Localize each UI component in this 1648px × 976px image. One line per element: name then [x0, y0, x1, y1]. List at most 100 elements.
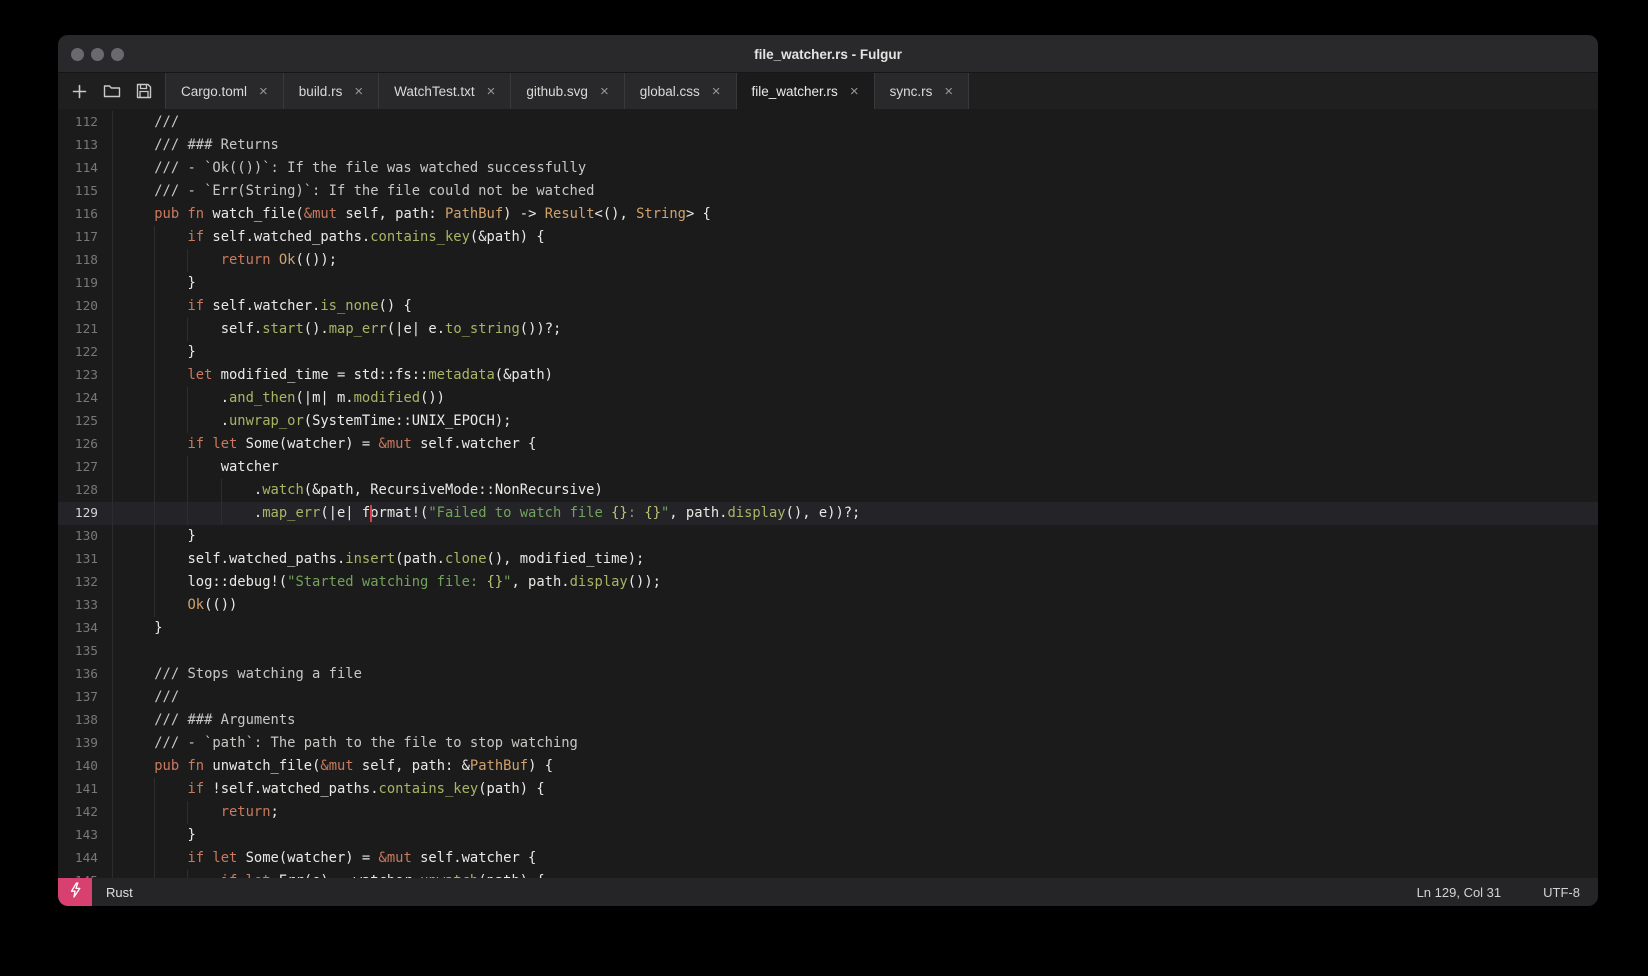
indent-guide — [187, 318, 188, 341]
encoding-label[interactable]: UTF-8 — [1543, 885, 1580, 900]
code-editor[interactable]: 112 ///113 /// ### Returns114 /// - `Ok(… — [58, 109, 1598, 878]
save-file-button[interactable] — [136, 83, 152, 99]
line-content: } — [113, 272, 1598, 295]
code-line-134[interactable]: 134 } — [58, 617, 1598, 640]
code-line-122[interactable]: 122 } — [58, 341, 1598, 364]
code-line-142[interactable]: 142 return; — [58, 801, 1598, 824]
line-number: 130 — [58, 525, 113, 548]
tab-close-icon[interactable]: × — [600, 83, 609, 99]
save-floppy-icon — [136, 83, 152, 99]
cursor-position-label[interactable]: Ln 129, Col 31 — [1417, 885, 1502, 900]
tab-close-icon[interactable]: × — [259, 83, 268, 99]
code-line-120[interactable]: 120 if self.watcher.is_none() { — [58, 295, 1598, 318]
tab-sync-rs[interactable]: sync.rs × — [875, 73, 970, 109]
tab-build-rs[interactable]: build.rs× — [284, 73, 379, 109]
code-line-136[interactable]: 136 /// Stops watching a file — [58, 663, 1598, 686]
line-number: 135 — [58, 640, 113, 663]
tab-label: sync.rs — [890, 84, 933, 99]
line-number: 119 — [58, 272, 113, 295]
line-number: 144 — [58, 847, 113, 870]
line-content: /// — [113, 111, 1598, 134]
code-line-129[interactable]: 129 .map_err(|e| format!("Failed to watc… — [58, 502, 1598, 525]
code-line-126[interactable]: 126 if let Some(watcher) = &mut self.wat… — [58, 433, 1598, 456]
code-line-121[interactable]: 121 self.start().map_err(|e| e.to_string… — [58, 318, 1598, 341]
line-content: if self.watched_paths.contains_key(&path… — [113, 226, 1598, 249]
tab-close-icon[interactable]: × — [487, 83, 496, 99]
code-line-125[interactable]: 125 .unwrap_or(SystemTime::UNIX_EPOCH); — [58, 410, 1598, 433]
line-content: /// - `Ok(())`: If the file was watched … — [113, 157, 1598, 180]
line-content: if let Some(watcher) = &mut self.watcher… — [113, 847, 1598, 870]
indent-guide — [154, 226, 155, 249]
line-content: if let Some(watcher) = &mut self.watcher… — [113, 433, 1598, 456]
code-line-113[interactable]: 113 /// ### Returns — [58, 134, 1598, 157]
language-label[interactable]: Rust — [106, 885, 133, 900]
tab-file_watcher-rs[interactable]: file_watcher.rs × — [737, 73, 875, 109]
line-content: if let Err(e) = watcher.unwatch(path) { — [113, 870, 1598, 878]
code-line-116[interactable]: 116 pub fn watch_file(&mut self, path: P… — [58, 203, 1598, 226]
line-number: 132 — [58, 571, 113, 594]
line-content: /// - `Err(String)`: If the file could n… — [113, 180, 1598, 203]
tab-close-icon[interactable]: × — [850, 83, 859, 99]
line-content: .and_then(|m| m.modified()) — [113, 387, 1598, 410]
tab-global-css[interactable]: global.css× — [625, 73, 737, 109]
code-line-135[interactable]: 135 — [58, 640, 1598, 663]
line-content: } — [113, 617, 1598, 640]
code-line-117[interactable]: 117 if self.watched_paths.contains_key(&… — [58, 226, 1598, 249]
line-content: } — [113, 525, 1598, 548]
line-content: .unwrap_or(SystemTime::UNIX_EPOCH); — [113, 410, 1598, 433]
indent-guide — [154, 548, 155, 571]
tab-label: github.svg — [526, 84, 588, 99]
line-number: 142 — [58, 801, 113, 824]
tab-bar: Cargo.toml×build.rs×WatchTest.txt×github… — [58, 73, 1598, 109]
code-line-131[interactable]: 131 self.watched_paths.insert(path.clone… — [58, 548, 1598, 571]
line-number: 118 — [58, 249, 113, 272]
code-line-118[interactable]: 118 return Ok(()); — [58, 249, 1598, 272]
code-line-112[interactable]: 112 /// — [58, 111, 1598, 134]
tab-Cargo-toml[interactable]: Cargo.toml× — [166, 73, 284, 109]
folder-open-icon — [103, 83, 121, 99]
indent-guide — [154, 847, 155, 870]
code-line-130[interactable]: 130 } — [58, 525, 1598, 548]
indent-guide — [154, 295, 155, 318]
indent-guide — [154, 778, 155, 801]
code-line-139[interactable]: 139 /// - `path`: The path to the file t… — [58, 732, 1598, 755]
code-line-115[interactable]: 115 /// - `Err(String)`: If the file cou… — [58, 180, 1598, 203]
line-number: 143 — [58, 824, 113, 847]
tab-label: file_watcher.rs — [752, 84, 838, 99]
code-line-132[interactable]: 132 log::debug!("Started watching file: … — [58, 571, 1598, 594]
line-number: 126 — [58, 433, 113, 456]
line-number: 116 — [58, 203, 113, 226]
language-badge[interactable] — [58, 878, 92, 906]
code-line-127[interactable]: 127 watcher — [58, 456, 1598, 479]
code-line-128[interactable]: 128 .watch(&path, RecursiveMode::NonRecu… — [58, 479, 1598, 502]
line-number: 115 — [58, 180, 113, 203]
line-number: 141 — [58, 778, 113, 801]
code-line-124[interactable]: 124 .and_then(|m| m.modified()) — [58, 387, 1598, 410]
tab-close-icon[interactable]: × — [712, 83, 721, 99]
indent-guide — [154, 824, 155, 847]
line-content: self.watched_paths.insert(path.clone(), … — [113, 548, 1598, 571]
code-line-144[interactable]: 144 if let Some(watcher) = &mut self.wat… — [58, 847, 1598, 870]
new-file-button[interactable] — [71, 83, 88, 100]
code-line-123[interactable]: 123 let modified_time = std::fs::metadat… — [58, 364, 1598, 387]
line-content: return Ok(()); — [113, 249, 1598, 272]
code-line-133[interactable]: 133 Ok(()) — [58, 594, 1598, 617]
code-line-137[interactable]: 137 /// — [58, 686, 1598, 709]
tab-WatchTest-txt[interactable]: WatchTest.txt× — [379, 73, 511, 109]
code-line-138[interactable]: 138 /// ### Arguments — [58, 709, 1598, 732]
code-line-145[interactable]: 145 if let Err(e) = watcher.unwatch(path… — [58, 870, 1598, 878]
code-line-119[interactable]: 119 } — [58, 272, 1598, 295]
code-line-143[interactable]: 143 } — [58, 824, 1598, 847]
tab-close-icon[interactable]: × — [354, 83, 363, 99]
indent-guide — [187, 502, 188, 525]
code-line-114[interactable]: 114 /// - `Ok(())`: If the file was watc… — [58, 157, 1598, 180]
line-number: 121 — [58, 318, 113, 341]
tab-github-svg[interactable]: github.svg × — [511, 73, 624, 109]
tab-close-icon[interactable]: × — [944, 83, 953, 99]
line-number: 120 — [58, 295, 113, 318]
code-line-140[interactable]: 140 pub fn unwatch_file(&mut self, path:… — [58, 755, 1598, 778]
open-file-button[interactable] — [103, 83, 121, 99]
code-line-141[interactable]: 141 if !self.watched_paths.contains_key(… — [58, 778, 1598, 801]
line-number: 113 — [58, 134, 113, 157]
indent-guide — [154, 364, 155, 387]
